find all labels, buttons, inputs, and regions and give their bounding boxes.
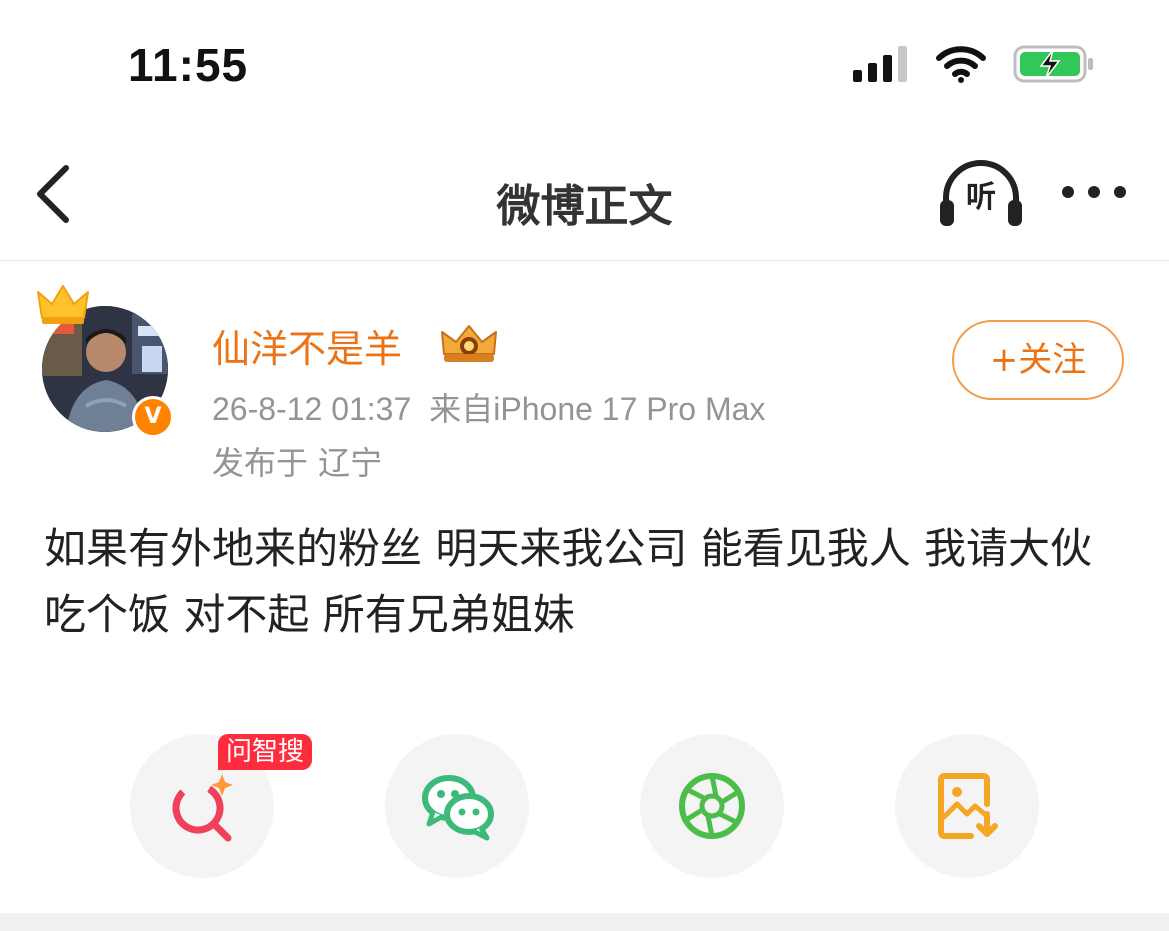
verified-badge: V [132,396,174,438]
post-location: 发布于 辽宁 [212,444,383,482]
listen-button[interactable]: 听 [938,160,1024,230]
battery-charging-icon [1013,45,1093,83]
share-moments-button[interactable] [640,734,784,878]
more-button[interactable] [1058,182,1130,202]
wechat-icon [422,775,494,841]
wenzhisou-tag: 问智搜 [218,734,313,770]
username[interactable]: 仙洋不是羊 [212,318,402,373]
vip-crown-badge-icon[interactable] [438,320,500,366]
moments-icon [679,773,745,839]
share-wechat-button[interactable] [385,734,529,878]
save-image-icon [938,773,998,839]
save-image-button[interactable] [895,734,1039,878]
share-row: 问智搜 [0,734,1169,884]
bottom-divider [0,913,1169,931]
more-dots-icon [1062,186,1126,198]
post-source: 来自iPhone 17 Pro Max [429,391,766,427]
post-body-text: 如果有外地来的粉丝 明天来我公司 能看见我人 我请大伙吃个饭 对不起 所有兄弟姐… [44,524,1093,639]
post-meta: 26-8-12 01:37 来自iPhone 17 Pro Max [212,384,765,430]
post-timestamp: 26-8-12 01:37 [212,391,412,427]
follow-button[interactable]: +关注 [952,320,1124,400]
crown-icon [37,285,89,324]
cellular-signal-icon [853,46,907,82]
avatar-container[interactable]: V [36,282,176,438]
nav-bar: 微博正文 听 [0,130,1169,261]
status-time: 11:55 [128,39,249,91]
status-icons [853,44,1095,84]
status-bar: 11:55 [0,0,1169,120]
listen-label: 听 [966,180,996,215]
wifi-icon [936,46,986,83]
ai-search-icon [172,774,233,842]
